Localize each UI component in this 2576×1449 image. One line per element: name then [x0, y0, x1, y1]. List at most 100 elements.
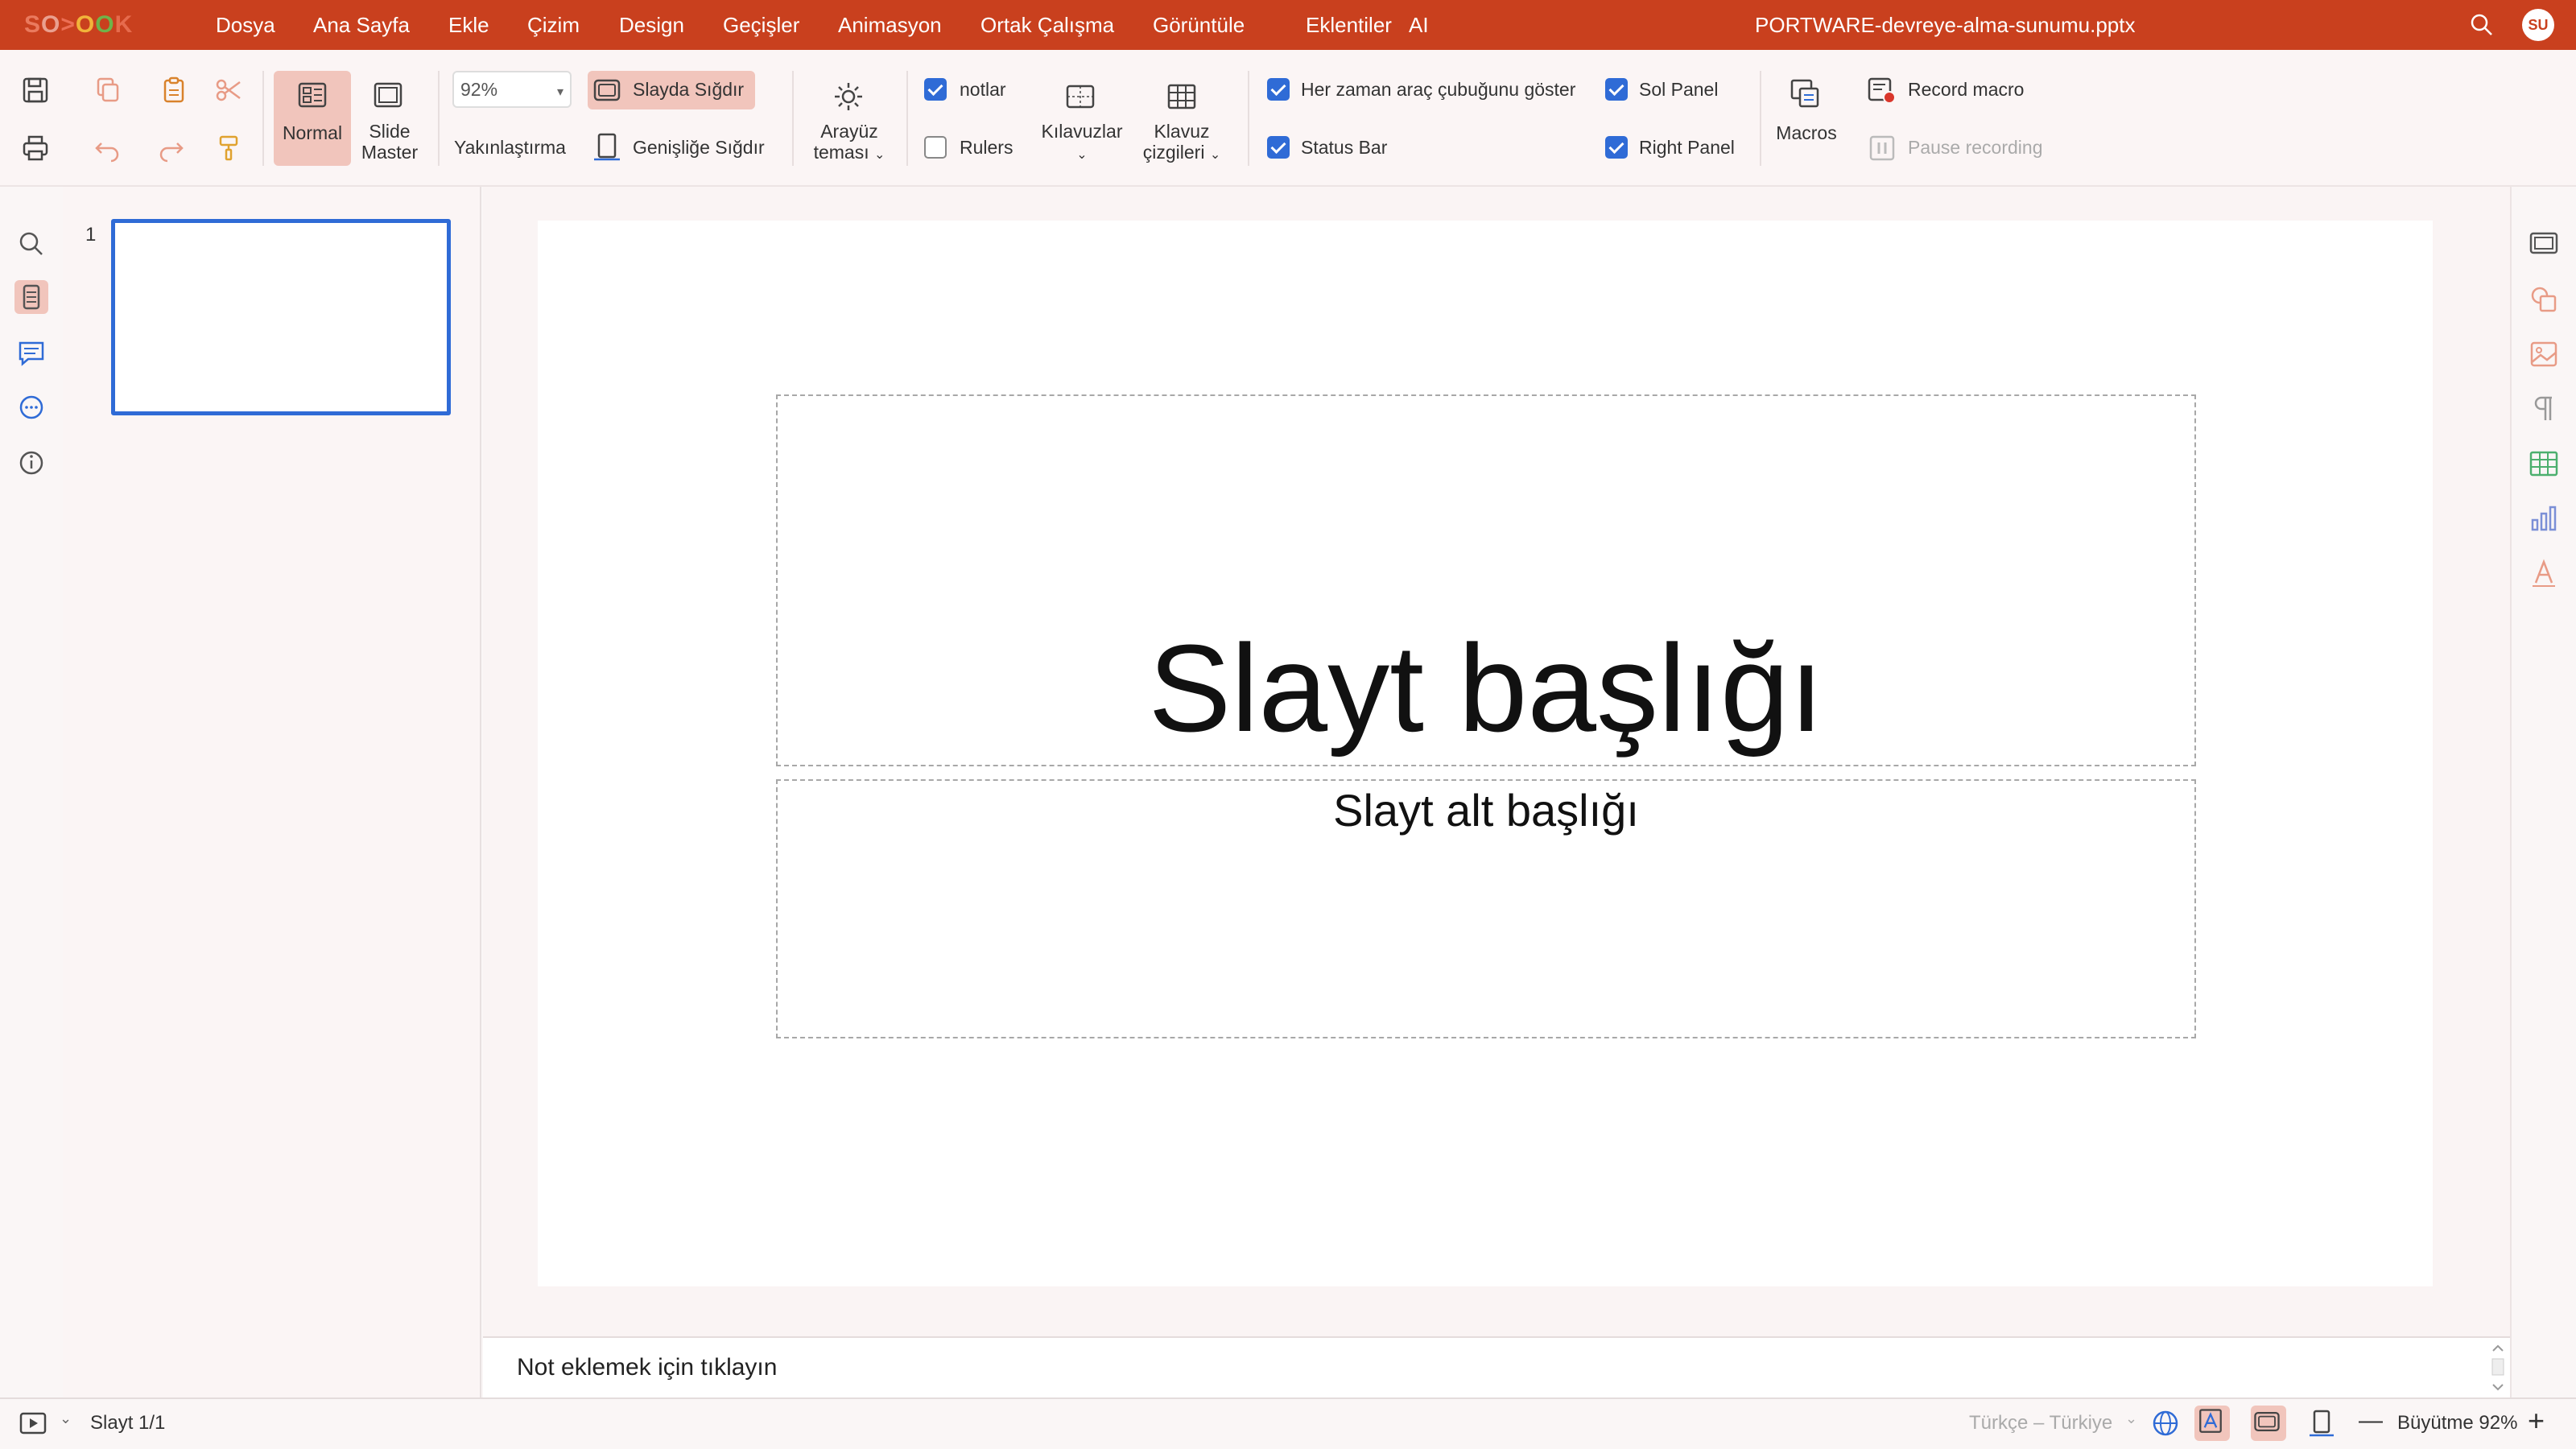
gridlines-label-line2: çizgileri — [1142, 142, 1205, 163]
slide-master-icon[interactable] — [372, 79, 404, 111]
fit-width-icon[interactable] — [591, 130, 623, 163]
record-macro-label[interactable]: Record macro — [1908, 79, 2024, 101]
menu-bar: SO>OOK Dosya Ana Sayfa Ekle Çizim Design… — [0, 0, 2576, 50]
right-panel-label: Right Panel — [1639, 137, 1735, 158]
status-bar-label: Status Bar — [1301, 137, 1388, 158]
format-painter-icon[interactable] — [213, 132, 245, 164]
chevron-down-icon: ▾ — [556, 85, 564, 99]
fit-slide-icon — [591, 74, 623, 106]
paragraph-settings-icon[interactable] — [2528, 393, 2560, 425]
table-settings-icon[interactable] — [2528, 448, 2560, 480]
language-selector[interactable]: Türkçe – Türkiye — [1969, 1412, 2112, 1435]
chart-settings-icon[interactable] — [2528, 502, 2560, 535]
ribbon-separator — [262, 71, 264, 166]
menu-goruntule[interactable]: Görüntüle — [1153, 13, 1245, 38]
zoom-label: Yakınlaştırma — [454, 137, 566, 158]
search-icon[interactable] — [14, 227, 48, 261]
fit-slide-label: Slayda Sığdır — [633, 79, 745, 100]
zoom-select[interactable]: 92% ▾ — [452, 71, 572, 108]
theme-sun-icon[interactable] — [832, 80, 865, 113]
slideshow-play-icon[interactable] — [18, 1407, 50, 1439]
menu-dosya[interactable]: Dosya — [216, 13, 275, 38]
right-panel-checkbox[interactable] — [1605, 136, 1628, 159]
ribbon-toolbar — [0, 50, 2576, 187]
image-settings-icon[interactable] — [2528, 338, 2560, 370]
chevron-down-icon[interactable]: ⌄ — [60, 1410, 72, 1427]
macros-label[interactable]: Macros — [1768, 122, 1845, 144]
shape-settings-icon[interactable] — [2528, 283, 2560, 316]
slide-thumbnail[interactable] — [111, 219, 451, 415]
zoom-select-value: 92% — [460, 79, 498, 100]
menu-ortak-calisma[interactable]: Ortak Çalışma — [980, 13, 1114, 38]
fit-slide-status-icon[interactable] — [2251, 1406, 2286, 1441]
slides-panel-icon[interactable] — [14, 280, 48, 314]
menu-cizim[interactable]: Çizim — [527, 13, 580, 38]
search-icon[interactable] — [2470, 13, 2494, 37]
menu-gecisler[interactable]: Geçişler — [723, 13, 799, 38]
zoom-level: Büyütme 92% — [2397, 1412, 2518, 1434]
menu-ai[interactable]: AI — [1409, 13, 1429, 38]
record-macro-icon[interactable] — [1866, 74, 1898, 106]
print-icon[interactable] — [19, 132, 52, 164]
chevron-down-icon: ⌄ — [874, 148, 886, 162]
slide-master-label[interactable]: Slide Master — [354, 121, 425, 163]
theme-label[interactable]: Arayüz teması ⌄ — [797, 121, 902, 166]
copy-icon[interactable] — [92, 74, 124, 106]
gridlines-label[interactable]: Klavuz çizgileri ⌄ — [1132, 121, 1232, 166]
ribbon-separator — [1760, 71, 1761, 166]
app-logo[interactable]: SO>OOK — [24, 11, 133, 39]
pause-recording-label[interactable]: Pause recording — [1908, 137, 2043, 159]
rulers-checkbox[interactable] — [924, 136, 947, 159]
menu-animasyon[interactable]: Animasyon — [838, 13, 942, 38]
paste-icon[interactable] — [158, 74, 190, 106]
slide-subtitle[interactable]: Slayt alt başlığı — [776, 782, 2196, 839]
spellcheck-icon[interactable] — [2194, 1406, 2230, 1441]
fit-width-status-icon[interactable] — [2306, 1407, 2338, 1439]
menu-eklentiler[interactable]: Eklentiler — [1306, 13, 1392, 38]
fit-width-label[interactable]: Genişliğe Sığdır — [633, 137, 765, 159]
rulers-checkbox-label: Rulers — [960, 137, 1013, 158]
menu-ekle[interactable]: Ekle — [448, 13, 489, 38]
slide-counter: Slayt 1/1 — [90, 1412, 166, 1434]
cut-icon[interactable] — [213, 74, 245, 106]
normal-view-icon — [296, 79, 328, 111]
menu-design[interactable]: Design — [619, 13, 684, 38]
guides-icon[interactable] — [1064, 80, 1096, 113]
always-show-toolbar-checkbox[interactable] — [1267, 78, 1290, 101]
globe-icon[interactable] — [2149, 1407, 2182, 1439]
save-icon[interactable] — [19, 74, 52, 106]
user-avatar[interactable]: SU — [2522, 9, 2554, 41]
document-title: PORTWARE-devreye-alma-sunumu.pptx — [1755, 13, 2136, 37]
always-show-toolbar-label: Her zaman araç çubuğunu göster — [1301, 79, 1576, 100]
left-panel-label: Sol Panel — [1639, 79, 1719, 100]
text-art-settings-icon[interactable] — [2528, 557, 2560, 589]
slide-title[interactable]: Slayt başlığı — [776, 620, 2196, 757]
menu-ana-sayfa[interactable]: Ana Sayfa — [313, 13, 410, 38]
pause-recording-icon[interactable] — [1866, 132, 1898, 164]
ribbon-separator — [438, 71, 440, 166]
redo-icon[interactable] — [155, 132, 187, 164]
slide-thumbnail-number: 1 — [85, 224, 97, 246]
undo-icon[interactable] — [92, 132, 124, 164]
chevron-down-icon: ⌄ — [1076, 148, 1088, 162]
status-bar-checkbox[interactable] — [1267, 136, 1290, 159]
notes-checkbox[interactable] — [924, 78, 947, 101]
comments-icon[interactable] — [14, 336, 48, 370]
notes-area[interactable] — [483, 1336, 2510, 1397]
chevron-down-icon: ⌄ — [2125, 1410, 2138, 1426]
gridlines-label-line1: Klavuz — [1154, 121, 1210, 142]
slide-settings-icon[interactable] — [2528, 227, 2560, 259]
gridlines-icon[interactable] — [1166, 80, 1198, 113]
zoom-out-button[interactable]: — — [2359, 1407, 2383, 1435]
notes-checkbox-label: notlar — [960, 79, 1006, 100]
notes-scrollbar[interactable] — [2486, 1340, 2510, 1396]
notes-placeholder[interactable]: Not eklemek için tıklayın — [517, 1354, 777, 1381]
info-icon[interactable] — [14, 446, 48, 480]
slide-master-label-line1: Slide — [369, 121, 411, 142]
chat-icon[interactable] — [14, 391, 48, 425]
ribbon-separator — [792, 71, 794, 166]
zoom-in-button[interactable]: + — [2528, 1404, 2545, 1438]
guides-label[interactable]: Kılavuzlar ⌄ — [1032, 121, 1132, 166]
macros-icon[interactable] — [1789, 77, 1821, 109]
left-panel-checkbox[interactable] — [1605, 78, 1628, 101]
